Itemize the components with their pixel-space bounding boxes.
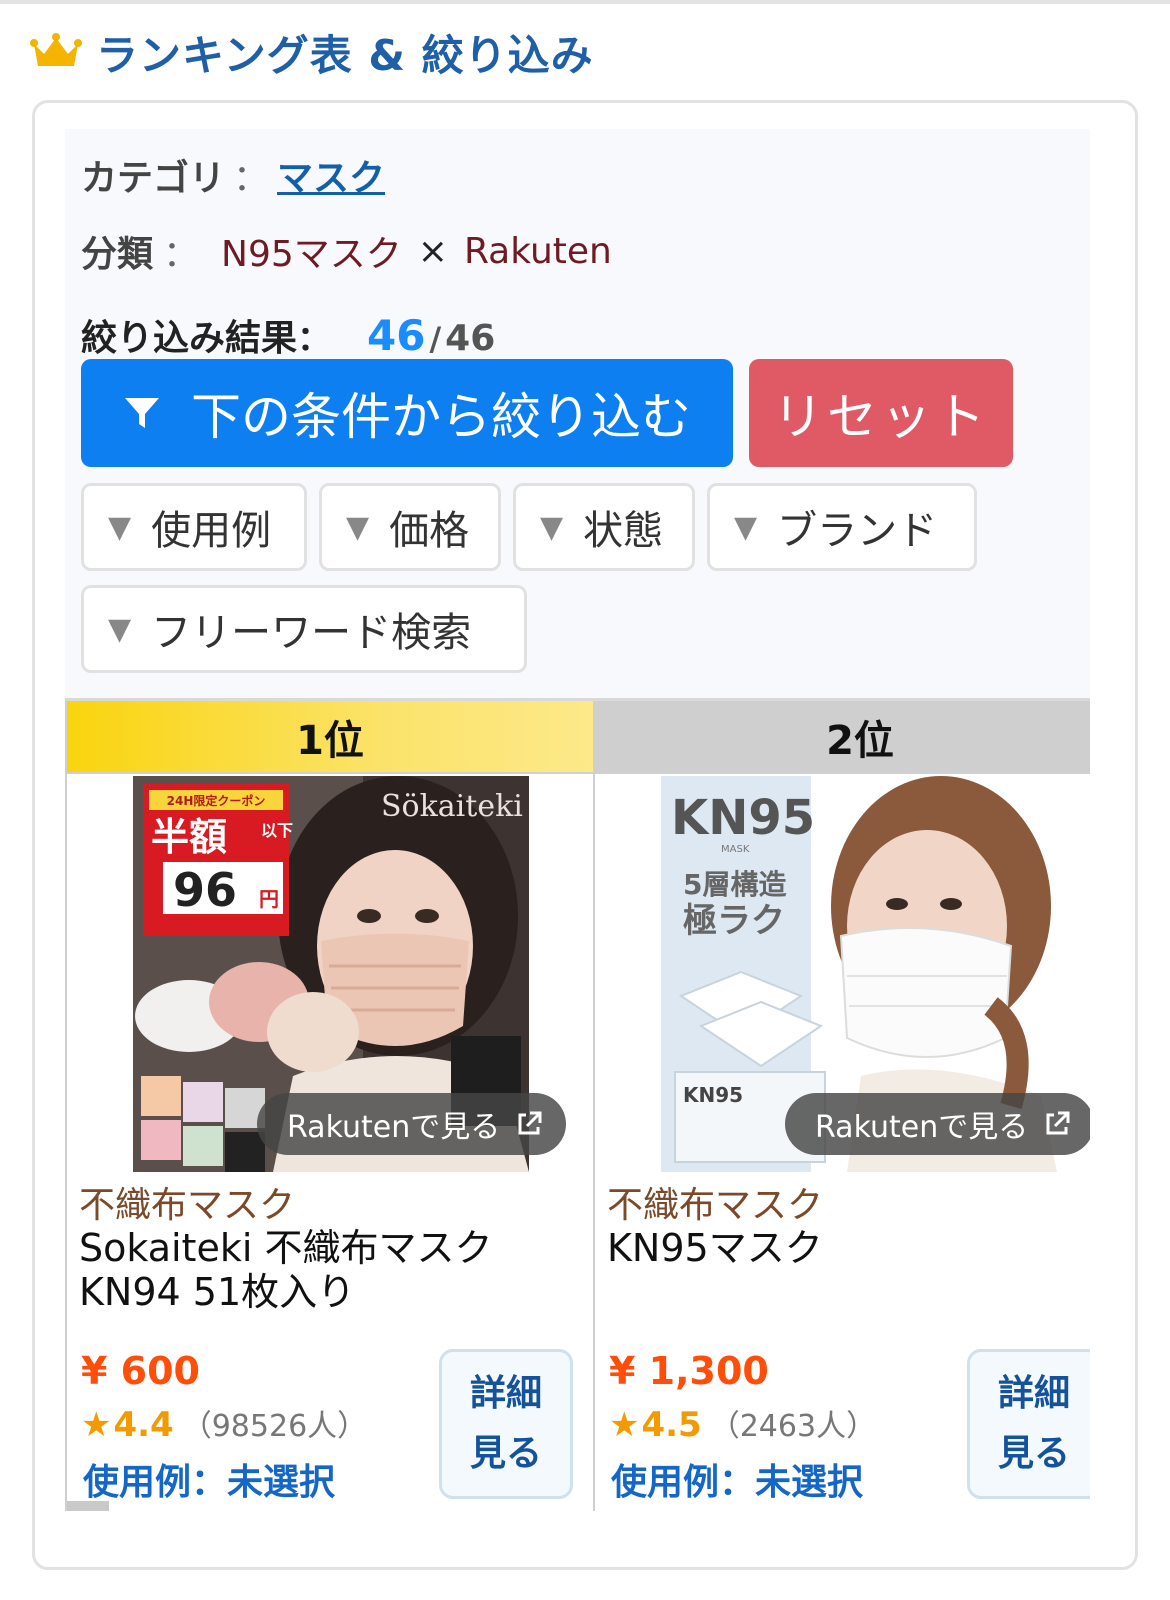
brand-logo-text: Sökaiteki — [381, 789, 523, 824]
detail-button-1[interactable]: 詳細 見る — [439, 1349, 573, 1499]
coupon-price-text: 96 — [173, 863, 237, 917]
product-price: ¥ 600 — [81, 1349, 200, 1393]
filter-chip-label: 状態 — [583, 508, 664, 554]
rank-label: 1位 — [296, 717, 364, 764]
product-rating: ★ 4.5 （2463人） — [609, 1401, 876, 1445]
product-name[interactable]: KN95マスク — [607, 1226, 1077, 1270]
box-badge-text: KN95 — [683, 1083, 743, 1107]
classification-row: 分類 ： N95マスク × Rakuten — [81, 225, 612, 277]
review-count: （2463人） — [709, 1409, 877, 1444]
filter-chip-label: 使用例 — [151, 508, 272, 554]
classification-separator: ： — [163, 234, 200, 275]
rakuten-link-2[interactable]: Rakutenで見る — [785, 1093, 1090, 1155]
coupon-half-text: 半額 — [151, 815, 227, 859]
section-header: ランキング表 & 絞り込み — [30, 22, 594, 82]
coupon-banner-text: 24H限定クーポン — [167, 793, 266, 808]
filter-chip-freeword[interactable]: ▼ フリーワード検索 — [81, 585, 527, 673]
result-label: 絞り込み結果 — [81, 318, 298, 359]
chevron-down-icon: ▼ — [108, 509, 132, 545]
chevron-down-icon: ▼ — [346, 509, 370, 545]
chevron-down-icon: ▼ — [540, 509, 564, 545]
classification-times: × — [417, 230, 448, 272]
result-separator: ： — [297, 319, 332, 359]
reset-button[interactable]: リセット — [749, 359, 1013, 467]
product-column-2: 2位 KN95 MASK 5層構造 極ラク KN95 Rakutenで見る 不織… — [595, 701, 1090, 1511]
rakuten-link-1[interactable]: Rakutenで見る — [257, 1093, 567, 1155]
category-separator: ： — [233, 158, 270, 199]
product-category: 不織布マスク — [607, 1185, 824, 1226]
result-total: 46 — [445, 318, 496, 359]
filter-area: カテゴリ：マスク 分類 ： N95マスク × Rakuten 絞り込み結果 ： … — [65, 129, 1090, 699]
filter-chip-brand[interactable]: ▼ ブランド — [707, 483, 977, 571]
filter-chip-condition[interactable]: ▼ 状態 — [513, 483, 695, 571]
reset-label: リセット — [773, 388, 989, 446]
filter-chip-price[interactable]: ▼ 価格 — [319, 483, 501, 571]
page-title: ランキング表 & 絞り込み — [96, 30, 594, 80]
funnel-icon — [125, 398, 159, 428]
category-link[interactable]: マスク — [277, 158, 385, 199]
external-link-icon — [518, 1111, 542, 1135]
product-price: ¥ 1,300 — [609, 1349, 769, 1393]
rakuten-link-label: Rakutenで見る — [287, 1110, 501, 1145]
rakuten-link-label: Rakutenで見る — [815, 1110, 1029, 1145]
product-usage[interactable]: 使用例：未選択 — [611, 1453, 863, 1505]
category-label: カテゴリ — [81, 158, 226, 199]
detail-line-1: 詳細 — [469, 1373, 542, 1414]
product-usage[interactable]: 使用例：未選択 — [83, 1453, 335, 1505]
star-icon: ★ — [609, 1405, 640, 1445]
product-rating: ★ 4.4 （98526人） — [81, 1401, 367, 1445]
apply-filter-button[interactable]: 下の条件から絞り込む — [81, 359, 733, 467]
scrollbar-thumb[interactable] — [67, 1501, 109, 1511]
ranking-table[interactable]: 1位 24H限定クーポン 半額 以下 96 円 Sökaiteki Rakute… — [65, 698, 1090, 1511]
rank-label: 2位 — [826, 717, 894, 764]
coupon-below-text: 以下 — [261, 821, 293, 840]
detail-line-1: 詳細 — [997, 1373, 1070, 1414]
product-category: 不織布マスク — [79, 1185, 296, 1226]
apply-filter-label: 下の条件から絞り込む — [191, 388, 691, 446]
review-count: （98526人） — [181, 1409, 368, 1444]
box-line2-text: 極ラク — [683, 901, 785, 941]
result-count: 46 — [367, 311, 426, 360]
coupon-yen-text: 円 — [259, 887, 279, 911]
top-divider — [0, 0, 1170, 4]
detail-line-2: 見る — [997, 1433, 1070, 1474]
product-name[interactable]: Sokaiteki 不織布マスク KN94 51枚入り — [79, 1226, 549, 1314]
result-slash: / — [429, 320, 442, 358]
chevron-down-icon: ▼ — [734, 509, 758, 545]
classification-value-type: N95マスク — [221, 234, 402, 275]
filter-chip-usage[interactable]: ▼ 使用例 — [81, 483, 307, 571]
box-brand-text: KN95 — [671, 790, 815, 846]
box-sub-text: MASK — [721, 844, 750, 855]
filter-chip-label: 価格 — [389, 508, 470, 554]
category-row: カテゴリ：マスク — [81, 149, 385, 201]
rating-value: 4.4 — [113, 1405, 174, 1445]
detail-button-2[interactable]: 詳細 見る — [967, 1349, 1090, 1499]
crown-icon — [30, 33, 82, 66]
result-row: 絞り込み結果 ： 46 / 46 — [81, 309, 495, 361]
filter-chip-label: ブランド — [777, 508, 938, 554]
rank-header-2: 2位 — [595, 701, 1090, 774]
filter-chip-label: フリーワード検索 — [151, 610, 472, 656]
rating-value: 4.5 — [641, 1405, 702, 1445]
classification-value-store: Rakuten — [463, 230, 612, 272]
classification-label: 分類 — [81, 234, 154, 275]
star-icon: ★ — [81, 1405, 112, 1445]
rank-header-1: 1位 — [67, 701, 593, 774]
ranking-panel: カテゴリ：マスク 分類 ： N95マスク × Rakuten 絞り込み結果 ： … — [32, 100, 1138, 1570]
chevron-down-icon: ▼ — [108, 611, 132, 647]
detail-line-2: 見る — [469, 1433, 542, 1474]
box-line1-text: 5層構造 — [683, 868, 786, 901]
product-column-1: 1位 24H限定クーポン 半額 以下 96 円 Sökaiteki Rakute… — [65, 701, 595, 1511]
external-link-icon — [1046, 1111, 1070, 1135]
